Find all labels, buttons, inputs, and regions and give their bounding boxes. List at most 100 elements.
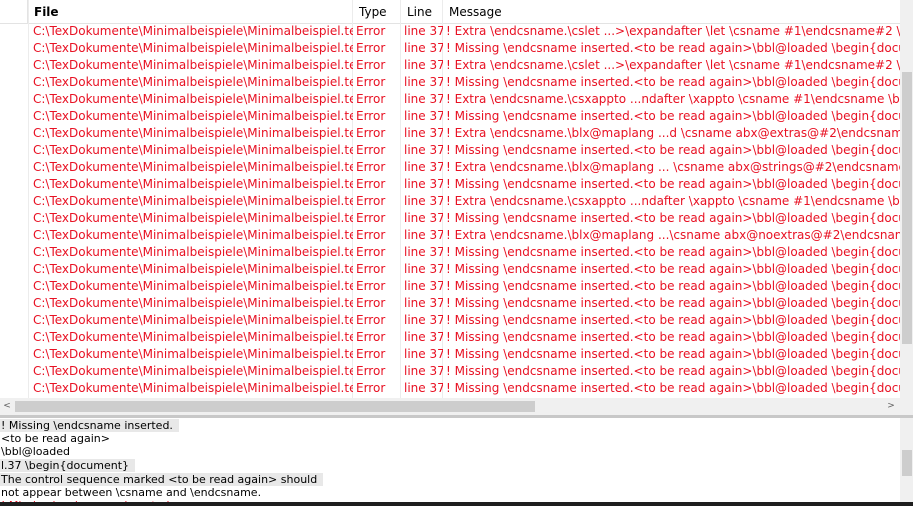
table-row[interactable]: C:\TexDokumente\Minimalbeispiele\Minimal… bbox=[0, 125, 900, 142]
header-file[interactable]: File bbox=[28, 0, 353, 23]
table-row[interactable]: C:\TexDokumente\Minimalbeispiele\Minimal… bbox=[0, 74, 900, 91]
row-index-cell bbox=[0, 244, 28, 261]
type-cell: Error bbox=[356, 24, 386, 38]
table-row[interactable]: C:\TexDokumente\Minimalbeispiele\Minimal… bbox=[0, 57, 900, 74]
vertical-scrollbar[interactable] bbox=[900, 0, 913, 398]
row-index-cell bbox=[0, 261, 28, 278]
type-cell: Error bbox=[356, 364, 386, 378]
file-cell: C:\TexDokumente\Minimalbeispiele\Minimal… bbox=[33, 24, 353, 38]
log-line: The control sequence marked <to be read … bbox=[0, 473, 324, 486]
table-row[interactable]: C:\TexDokumente\Minimalbeispiele\Minimal… bbox=[0, 329, 900, 346]
line-cell: line 37 bbox=[404, 109, 443, 123]
type-cell: Error bbox=[356, 41, 386, 55]
file-cell: C:\TexDokumente\Minimalbeispiele\Minimal… bbox=[33, 245, 353, 259]
table-row[interactable]: C:\TexDokumente\Minimalbeispiele\Minimal… bbox=[0, 40, 900, 57]
table-row[interactable]: C:\TexDokumente\Minimalbeispiele\Minimal… bbox=[0, 227, 900, 244]
table-row[interactable]: C:\TexDokumente\Minimalbeispiele\Minimal… bbox=[0, 261, 900, 278]
message-cell: ! Extra \endcsname.\blx@maplang ...d \cs… bbox=[446, 126, 900, 140]
file-cell: C:\TexDokumente\Minimalbeispiele\Minimal… bbox=[33, 347, 353, 361]
message-cell: ! Missing \endcsname inserted.<to be rea… bbox=[446, 364, 900, 378]
file-cell: C:\TexDokumente\Minimalbeispiele\Minimal… bbox=[33, 211, 353, 225]
table-row[interactable]: C:\TexDokumente\Minimalbeispiele\Minimal… bbox=[0, 193, 900, 210]
row-index-cell bbox=[0, 193, 28, 210]
table-row[interactable]: C:\TexDokumente\Minimalbeispiele\Minimal… bbox=[0, 91, 900, 108]
table-row[interactable]: C:\TexDokumente\Minimalbeispiele\Minimal… bbox=[0, 23, 900, 40]
header-type[interactable]: Type bbox=[353, 0, 401, 23]
file-cell: C:\TexDokumente\Minimalbeispiele\Minimal… bbox=[33, 381, 353, 395]
horizontal-scrollbar[interactable]: < > bbox=[0, 398, 913, 415]
table-row[interactable]: C:\TexDokumente\Minimalbeispiele\Minimal… bbox=[0, 176, 900, 193]
type-cell: Error bbox=[356, 126, 386, 140]
line-cell: line 37 bbox=[404, 92, 443, 106]
log-line: \bbl@loaded bbox=[1, 445, 70, 458]
vertical-scroll-thumb[interactable] bbox=[902, 72, 912, 344]
table-row[interactable]: C:\TexDokumente\Minimalbeispiele\Minimal… bbox=[0, 108, 900, 125]
header-message[interactable]: Message bbox=[443, 0, 913, 23]
line-cell: line 37 bbox=[404, 41, 443, 55]
row-index-cell bbox=[0, 346, 28, 363]
row-index-cell bbox=[0, 57, 28, 74]
table-row[interactable]: C:\TexDokumente\Minimalbeispiele\Minimal… bbox=[0, 380, 900, 397]
line-cell: line 37 bbox=[404, 211, 443, 225]
table-row[interactable]: C:\TexDokumente\Minimalbeispiele\Minimal… bbox=[0, 159, 900, 176]
file-cell: C:\TexDokumente\Minimalbeispiele\Minimal… bbox=[33, 262, 353, 276]
log-vertical-scrollbar[interactable] bbox=[900, 418, 913, 506]
line-cell: line 37 bbox=[404, 24, 443, 38]
log-output-pane[interactable]: ! Missing \endcsname inserted. <to be rea… bbox=[0, 418, 913, 506]
line-cell: line 37 bbox=[404, 347, 443, 361]
line-cell: line 37 bbox=[404, 330, 443, 344]
message-cell: ! Missing \endcsname inserted.<to be rea… bbox=[446, 381, 900, 395]
message-cell: ! Extra \endcsname.\cslet ...>\expandaft… bbox=[446, 58, 900, 72]
file-cell: C:\TexDokumente\Minimalbeispiele\Minimal… bbox=[33, 58, 353, 72]
file-cell: C:\TexDokumente\Minimalbeispiele\Minimal… bbox=[33, 177, 353, 191]
log-scroll-thumb[interactable] bbox=[902, 450, 912, 476]
table-row[interactable]: C:\TexDokumente\Minimalbeispiele\Minimal… bbox=[0, 244, 900, 261]
message-cell: ! Missing \endcsname inserted.<to be rea… bbox=[446, 211, 900, 225]
table-row[interactable]: C:\TexDokumente\Minimalbeispiele\Minimal… bbox=[0, 295, 900, 312]
file-cell: C:\TexDokumente\Minimalbeispiele\Minimal… bbox=[33, 194, 353, 208]
line-cell: line 37 bbox=[404, 143, 443, 157]
type-cell: Error bbox=[356, 109, 386, 123]
type-cell: Error bbox=[356, 194, 386, 208]
type-cell: Error bbox=[356, 75, 386, 89]
message-cell: ! Extra \endcsname.\csxappto ...ndafter … bbox=[446, 194, 900, 208]
horizontal-scroll-thumb[interactable] bbox=[15, 401, 535, 412]
line-cell: line 37 bbox=[404, 160, 443, 174]
message-cell: ! Missing \endcsname inserted.<to be rea… bbox=[446, 347, 900, 361]
table-row[interactable]: C:\TexDokumente\Minimalbeispiele\Minimal… bbox=[0, 346, 900, 363]
table-row[interactable]: C:\TexDokumente\Minimalbeispiele\Minimal… bbox=[0, 210, 900, 227]
type-cell: Error bbox=[356, 381, 386, 395]
window-bottom-edge bbox=[0, 502, 913, 506]
message-cell: ! Missing \endcsname inserted.<to be rea… bbox=[446, 177, 900, 191]
header-line[interactable]: Line bbox=[401, 0, 443, 23]
file-cell: C:\TexDokumente\Minimalbeispiele\Minimal… bbox=[33, 313, 353, 327]
table-row[interactable]: C:\TexDokumente\Minimalbeispiele\Minimal… bbox=[0, 312, 900, 329]
line-cell: line 37 bbox=[404, 194, 443, 208]
header-index[interactable] bbox=[0, 0, 28, 23]
scroll-right-arrow-icon[interactable]: > bbox=[884, 398, 898, 415]
row-index-cell bbox=[0, 312, 28, 329]
row-index-cell bbox=[0, 210, 28, 227]
message-cell: ! Extra \endcsname.\cslet ...>\expandaft… bbox=[446, 24, 900, 38]
file-cell: C:\TexDokumente\Minimalbeispiele\Minimal… bbox=[33, 279, 353, 293]
table-body: C:\TexDokumente\Minimalbeispiele\Minimal… bbox=[0, 23, 900, 398]
log-line: l.37 \begin{document} bbox=[0, 459, 136, 472]
file-cell: C:\TexDokumente\Minimalbeispiele\Minimal… bbox=[33, 75, 353, 89]
message-cell: ! Missing \endcsname inserted.<to be rea… bbox=[446, 143, 900, 157]
type-cell: Error bbox=[356, 245, 386, 259]
table-row[interactable]: C:\TexDokumente\Minimalbeispiele\Minimal… bbox=[0, 142, 900, 159]
file-cell: C:\TexDokumente\Minimalbeispiele\Minimal… bbox=[33, 41, 353, 55]
message-cell: ! Missing \endcsname inserted.<to be rea… bbox=[446, 109, 900, 123]
table-row[interactable]: C:\TexDokumente\Minimalbeispiele\Minimal… bbox=[0, 363, 900, 380]
line-cell: line 37 bbox=[404, 245, 443, 259]
log-text[interactable]: ! Missing \endcsname inserted. <to be rea… bbox=[0, 418, 913, 506]
log-line: ! Missing \endcsname inserted. bbox=[0, 419, 179, 432]
row-index-cell bbox=[0, 278, 28, 295]
table-row[interactable]: C:\TexDokumente\Minimalbeispiele\Minimal… bbox=[0, 278, 900, 295]
scroll-left-arrow-icon[interactable]: < bbox=[0, 398, 14, 415]
type-cell: Error bbox=[356, 313, 386, 327]
log-line: <to be read again> bbox=[1, 432, 110, 445]
type-cell: Error bbox=[356, 177, 386, 191]
row-index-cell bbox=[0, 363, 28, 380]
row-index-cell bbox=[0, 176, 28, 193]
